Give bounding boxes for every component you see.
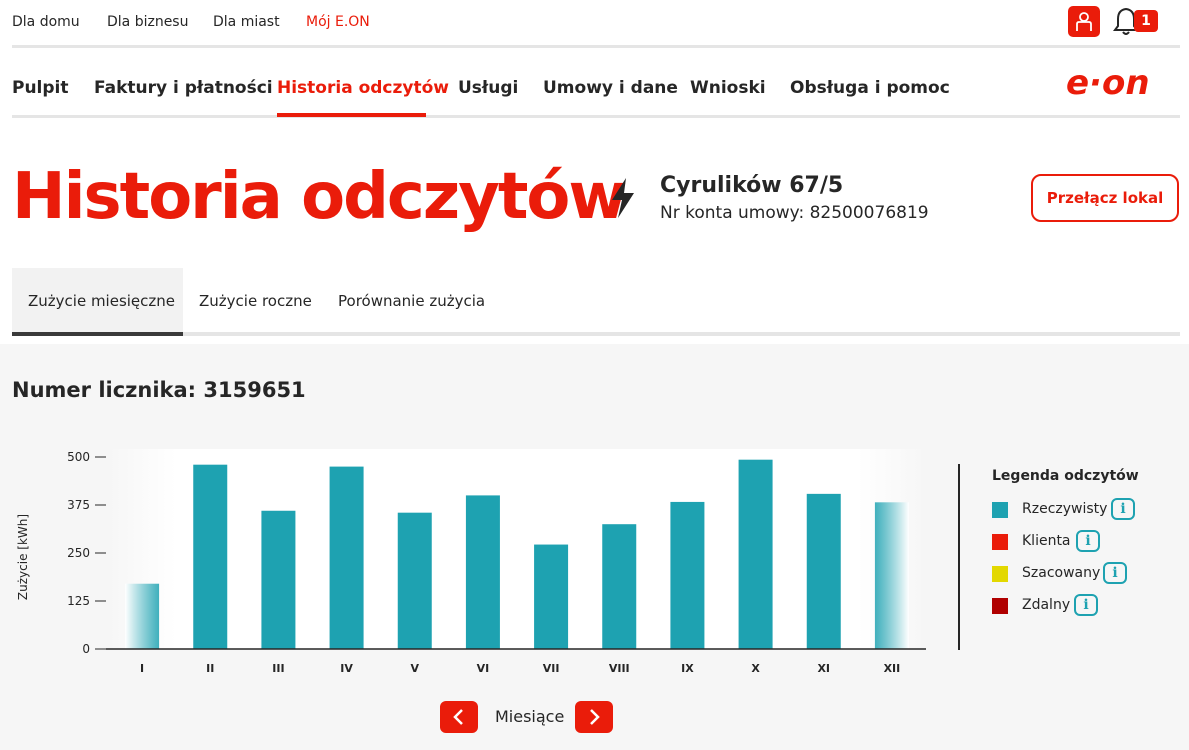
bar-II: [193, 464, 228, 649]
usage-bar-chart: 0125250375500Zużycie [kWh]I II III IV V VI VII…: [16, 449, 926, 675]
eon-logo[interactable]: e·on: [1066, 66, 1170, 100]
legend-swatch: [992, 598, 1008, 614]
next-button[interactable]: [575, 701, 613, 733]
top-nav: Dla domu Dla biznesu Dla miast Mój E.ON …: [12, 0, 1180, 48]
legend-swatch: [992, 534, 1008, 550]
bar-IV: [329, 466, 364, 649]
legend-divider: [958, 464, 960, 650]
nav-active-underline: [277, 113, 426, 117]
x-tick-label: VII: [543, 662, 560, 675]
user-account-button[interactable]: [1068, 6, 1100, 37]
bar-XII: [874, 502, 909, 649]
month-pager: Miesiące: [440, 701, 616, 733]
y-tick-label: 125: [67, 594, 90, 608]
nav-obsluga[interactable]: Obsługa i pomoc: [790, 78, 950, 98]
notification-badge: 1: [1134, 10, 1158, 32]
legend-swatch: [992, 566, 1008, 582]
bar-III: [261, 510, 296, 649]
legend-label: Zdalny: [1022, 597, 1071, 613]
y-axis-label: Zużycie [kWh]: [16, 514, 30, 600]
chevron-left-icon: [453, 709, 463, 725]
bar-IX: [670, 501, 705, 649]
y-tick-label: 375: [67, 498, 90, 512]
x-tick-label: I: [140, 662, 144, 675]
page: Dla domu Dla biznesu Dla miast Mój E.ON …: [0, 0, 1189, 750]
prev-button[interactable]: [440, 701, 478, 733]
legend-swatch: [992, 502, 1008, 518]
info-icon[interactable]: i: [1111, 498, 1135, 520]
x-tick-label: II: [206, 662, 214, 675]
bar-V: [397, 512, 432, 649]
tab-yearly-usage[interactable]: Zużycie roczne: [199, 268, 312, 332]
nav-pulpit[interactable]: Pulpit: [12, 78, 69, 98]
top-nav-moj-eon[interactable]: Mój E.ON: [306, 14, 370, 30]
nav-wnioski[interactable]: Wnioski: [690, 78, 766, 98]
nav-historia[interactable]: Historia odczytów: [277, 78, 449, 98]
y-tick-label: 500: [67, 450, 90, 464]
lightning-icon: [612, 178, 634, 218]
usage-panel: Numer licznika: 3159651 0 125 250 375 500 Zuż…: [0, 344, 1189, 750]
legend-label: Rzeczywisty: [1022, 501, 1108, 517]
legend-title: Legenda odczytów: [992, 468, 1139, 484]
bar-VIII: [602, 524, 637, 649]
bar-X: [738, 459, 773, 649]
chevron-right-icon: [590, 709, 600, 725]
tab-monthly-usage[interactable]: Zużycie miesięczne: [12, 268, 183, 336]
top-nav-dla-biznesu[interactable]: Dla biznesu: [107, 14, 188, 30]
legend-label: Szacowany: [1022, 565, 1101, 581]
plot-background: [108, 449, 926, 649]
info-icon[interactable]: i: [1103, 562, 1127, 584]
y-tick-label: 0: [82, 642, 90, 656]
info-icon[interactable]: i: [1076, 530, 1100, 552]
x-tick-label: XI: [817, 662, 830, 675]
x-tick-label: VIII: [609, 662, 630, 675]
legend-label: Klienta: [1022, 533, 1071, 549]
tab-usage-comparison[interactable]: Porównanie zużycia: [338, 268, 485, 332]
nav-umowy[interactable]: Umowy i dane: [543, 78, 678, 98]
bar-VI: [465, 495, 500, 649]
page-title: Historia odczytów: [12, 160, 627, 234]
top-nav-dla-miast[interactable]: Dla miast: [213, 14, 280, 30]
usage-tabs: Zużycie miesięczne Zużycie roczne Porówn…: [12, 268, 1180, 336]
x-tick-label: V: [410, 662, 419, 675]
x-tick-label: IV: [340, 662, 353, 675]
y-tick-label: 250: [67, 546, 90, 560]
nav-uslugi[interactable]: Usługi: [458, 78, 518, 98]
bar-XI: [806, 493, 841, 649]
x-tick-label: XII: [884, 662, 901, 675]
x-tick-label: III: [272, 662, 284, 675]
x-tick-label: X: [751, 662, 760, 675]
main-nav: Pulpit Faktury i płatności Historia odcz…: [12, 50, 1180, 118]
top-nav-dla-domu[interactable]: Dla domu: [12, 14, 80, 30]
account-number: Nr konta umowy: 82500076819: [660, 203, 929, 223]
x-tick-label: IX: [681, 662, 694, 675]
info-icon[interactable]: i: [1074, 594, 1098, 616]
address: Cyrulików 67/5: [660, 173, 844, 198]
switch-location-button[interactable]: Przełącz lokal: [1031, 174, 1179, 222]
pager-label: Miesiące: [495, 707, 565, 726]
x-tick-label: VI: [477, 662, 490, 675]
eon-logo-text: e·on: [1066, 66, 1150, 100]
user-icon: [1076, 12, 1092, 31]
notifications-button[interactable]: 1: [1112, 6, 1168, 38]
bar-VII: [534, 544, 569, 649]
bar-I: [125, 583, 160, 649]
nav-faktury[interactable]: Faktury i płatności: [94, 78, 273, 98]
